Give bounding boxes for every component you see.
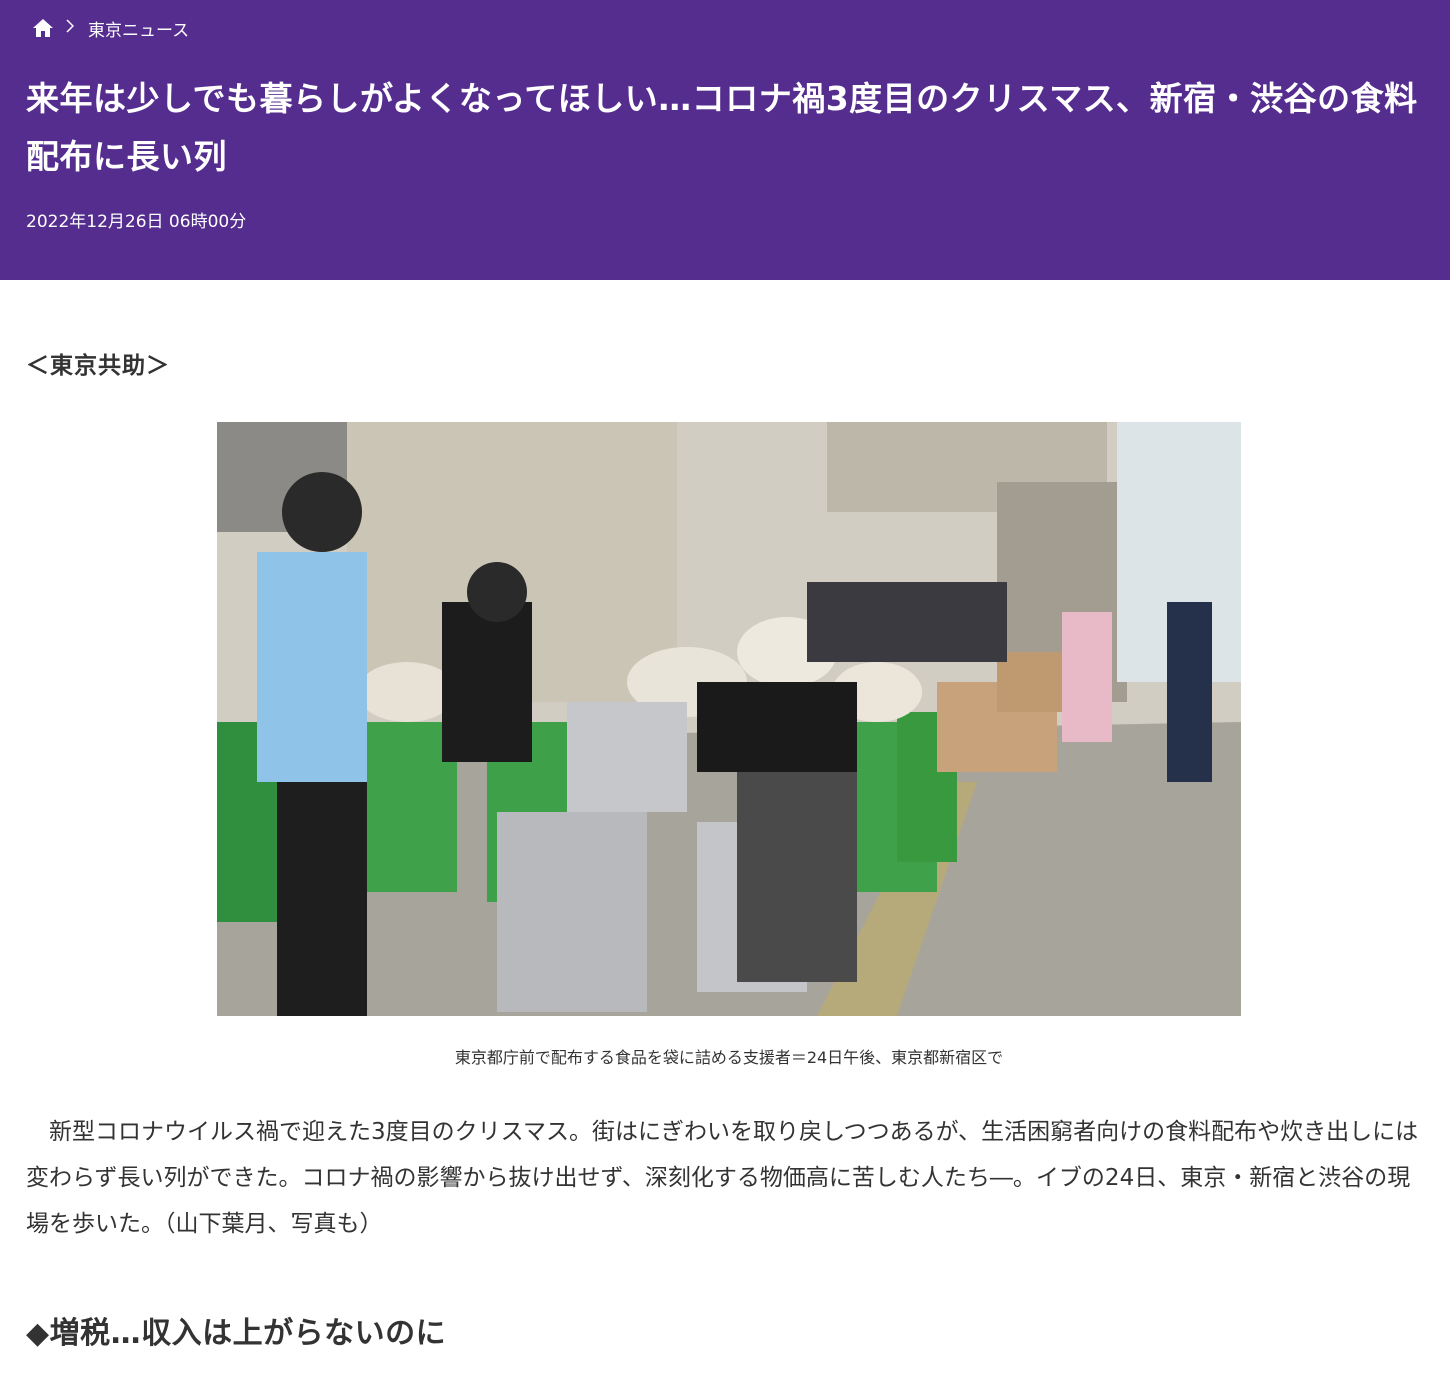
article-header: 東京ニュース 来年は少しでも暮らしがよくなってほしい…コロナ禍3度目のクリスマス… <box>0 0 1450 280</box>
breadcrumb-category-link[interactable]: 東京ニュース <box>88 16 189 41</box>
article-photo <box>217 422 1241 1016</box>
article-subheading: ◆増税…収入は上がらないのに <box>26 1316 447 1351</box>
article-lead: 新型コロナウイルス禍で迎えた3度目のクリスマス。街はにぎわいを取り戻しつつあるが… <box>26 1119 1419 1237</box>
article-title: 来年は少しでも暮らしがよくなってほしい…コロナ禍3度目のクリスマス、新宿・渋谷の… <box>26 79 1418 176</box>
chevron-right-icon <box>66 19 75 37</box>
photo-caption: 東京都庁前で配布する食品を袋に詰める支援者＝24日午後、東京都新宿区で <box>454 1048 1004 1067</box>
article-date: 2022年12月26日 06時00分 <box>26 212 247 232</box>
home-icon[interactable] <box>32 18 54 38</box>
article-source-tag: ＜東京共助＞ <box>26 353 170 379</box>
breadcrumb: 東京ニュース <box>32 16 189 41</box>
